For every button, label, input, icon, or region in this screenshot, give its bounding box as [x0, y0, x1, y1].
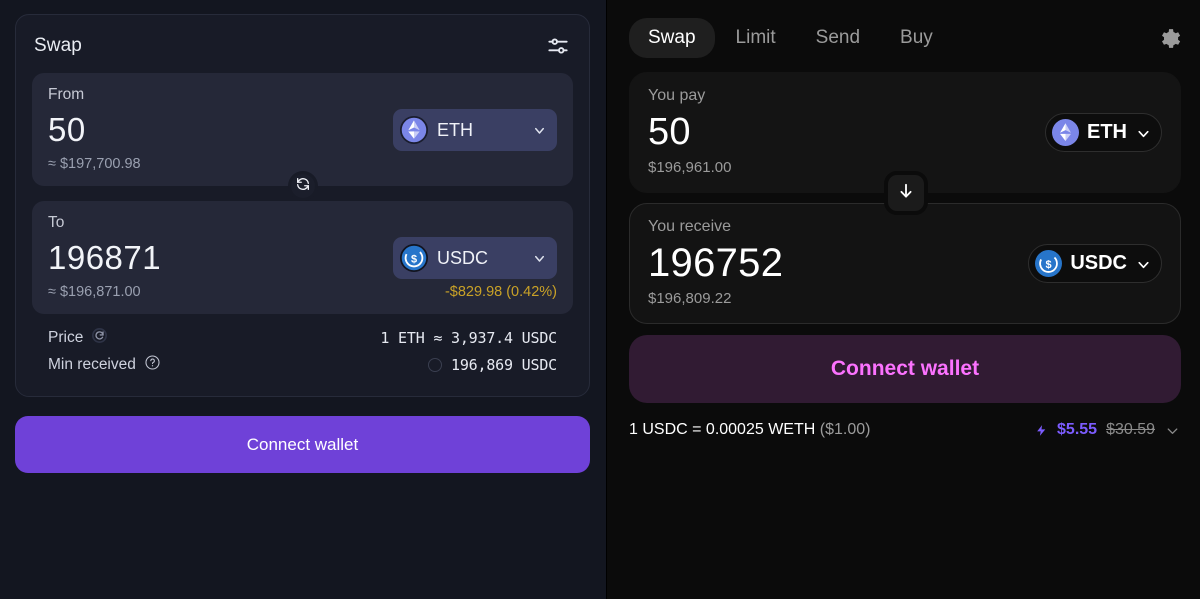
ethereum-icon	[400, 116, 428, 144]
detail-value-price: 1 ETH ≈ 3,937.4 USDC	[380, 328, 557, 347]
you-receive-amount-input[interactable]: 196752	[648, 237, 783, 289]
chevron-down-icon	[532, 251, 547, 266]
detail-row-min-received: Min received 196,869 USDC	[48, 351, 557, 378]
tab-bar: Swap Limit Send Buy	[629, 14, 1182, 62]
tab-limit[interactable]: Limit	[717, 18, 795, 58]
usdc-icon: $	[1035, 249, 1063, 277]
from-token-selector[interactable]: ETH	[393, 109, 557, 151]
swap-direction-button-right[interactable]	[883, 171, 928, 215]
tune-sliders-icon[interactable]	[545, 33, 571, 59]
swap-card-header: Swap	[32, 31, 573, 73]
detail-value-min-received: 196,869 USDC	[451, 355, 557, 374]
help-circle-icon[interactable]	[144, 354, 161, 376]
page-title: Swap	[34, 35, 82, 56]
rate-info-row[interactable]: 1 USDC = 0.00025 WETH ($1.00) $5.55 $30.…	[629, 417, 1181, 443]
chevron-down-icon	[1135, 256, 1150, 271]
exchange-rate-usd: ($1.00)	[819, 421, 871, 438]
swap-card: Swap From 50 ETH ≈ $197,700.98 To 196871…	[15, 14, 590, 397]
to-field[interactable]: To 196871 $ USDC ≈ $196,871.00 -$829.98 …	[32, 201, 573, 314]
gas-estimate[interactable]: $5.55 $30.59	[1035, 421, 1181, 439]
swap-details: Price 1 ETH ≈ 3,937.4 USDC Min received	[32, 314, 573, 382]
gear-icon[interactable]	[1157, 26, 1182, 51]
to-token-selector[interactable]: $ USDC	[393, 237, 557, 279]
detail-row-price: Price 1 ETH ≈ 3,937.4 USDC	[48, 324, 557, 351]
chevron-down-icon	[1135, 125, 1150, 140]
usdc-icon: $	[400, 244, 428, 272]
you-pay-amount-input[interactable]: 50	[648, 106, 691, 158]
price-impact-value: -$829.98 (0.42%)	[444, 284, 557, 300]
from-usd-value: ≈ $197,700.98	[48, 156, 141, 172]
to-label: To	[48, 214, 65, 231]
lightning-bolt-icon	[1035, 422, 1048, 439]
chevron-down-icon[interactable]	[1164, 422, 1181, 439]
status-dot-icon	[428, 357, 443, 372]
arrow-down-icon	[896, 181, 916, 206]
chevron-down-icon	[532, 123, 547, 138]
you-pay-token-symbol: ETH	[1087, 120, 1127, 143]
you-receive-label: You receive	[648, 218, 732, 235]
from-token-symbol: ETH	[437, 119, 473, 140]
tab-send[interactable]: Send	[797, 18, 879, 58]
detail-label-min-received: Min received	[48, 355, 136, 373]
right-swap-panel: Swap Limit Send Buy You pay 50 ETH $196,…	[607, 0, 1200, 599]
svg-text:$: $	[1046, 259, 1052, 271]
connect-wallet-button-left[interactable]: Connect wallet	[15, 416, 590, 473]
you-receive-usd-value: $196,809.22	[648, 290, 732, 307]
ethereum-icon	[1052, 118, 1079, 146]
gas-fee-original: $30.59	[1106, 421, 1155, 438]
you-receive-token-selector[interactable]: $ USDC	[1028, 243, 1162, 283]
refresh-icon[interactable]	[91, 327, 108, 349]
exchange-rate-text: 1 USDC = 0.00025 WETH ($1.00)	[629, 421, 870, 439]
you-receive-field[interactable]: You receive 196752 $ USDC $196,809.22	[629, 203, 1181, 324]
you-pay-token-selector[interactable]: ETH	[1045, 112, 1162, 152]
exchange-rate-value: 1 USDC = 0.00025 WETH	[629, 421, 816, 438]
gas-fee-discounted: $5.55	[1057, 421, 1098, 438]
detail-label-price: Price	[48, 328, 84, 346]
connect-wallet-button-right[interactable]: Connect wallet	[629, 335, 1181, 403]
tab-buy[interactable]: Buy	[881, 18, 952, 58]
to-amount-input[interactable]: 196871	[48, 234, 161, 282]
refresh-swap-icon	[295, 176, 311, 197]
to-usd-value: ≈ $196,871.00	[48, 284, 141, 300]
from-field[interactable]: From 50 ETH ≈ $197,700.98	[32, 73, 573, 186]
swap-direction-button[interactable]	[287, 171, 318, 201]
you-receive-token-symbol: USDC	[1070, 251, 1127, 274]
from-label: From	[48, 86, 85, 103]
to-token-symbol: USDC	[437, 247, 489, 268]
from-amount-input[interactable]: 50	[48, 106, 86, 154]
you-pay-label: You pay	[648, 87, 706, 104]
swap-comparison-screen: Swap From 50 ETH ≈ $197,700.98 To 196871…	[0, 0, 1200, 599]
svg-text:$: $	[411, 254, 417, 266]
left-swap-panel: Swap From 50 ETH ≈ $197,700.98 To 196871…	[0, 0, 607, 599]
tab-swap[interactable]: Swap	[629, 18, 715, 58]
